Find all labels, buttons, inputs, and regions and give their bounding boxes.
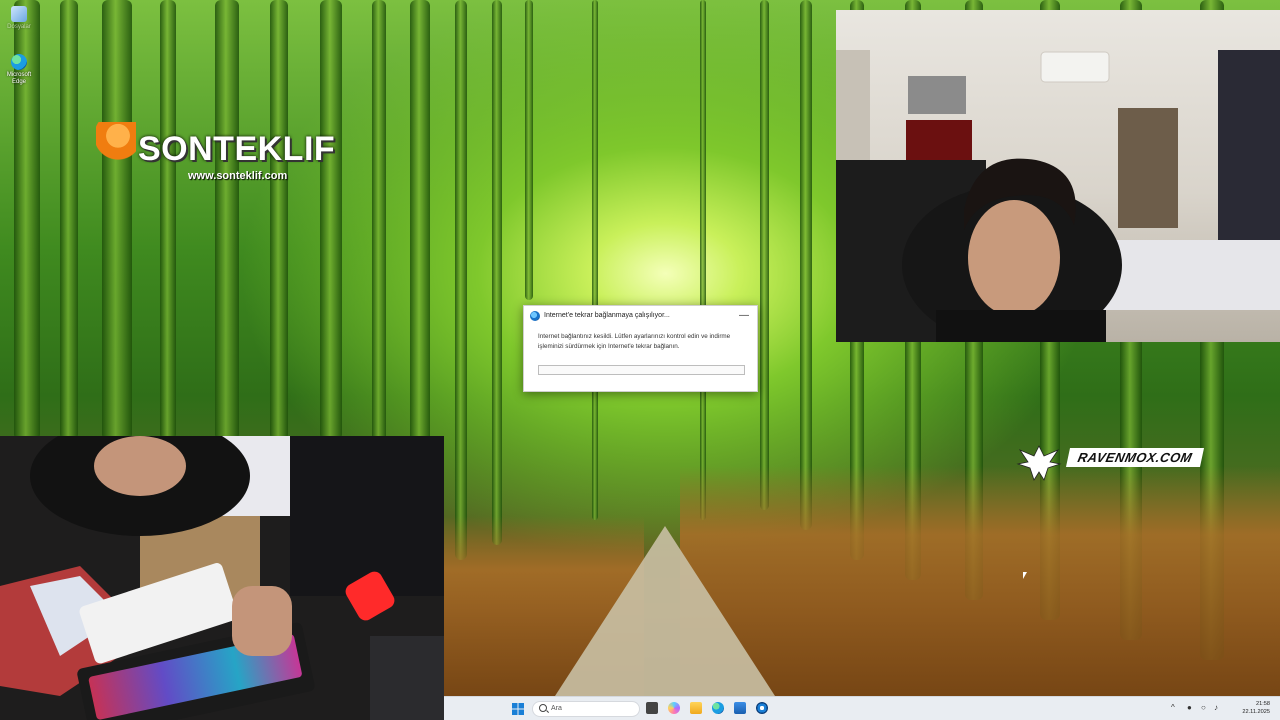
- speaker-icon[interactable]: ♪: [1214, 703, 1218, 713]
- start-icon[interactable]: [512, 702, 524, 715]
- search-placeholder: Ara: [551, 705, 562, 712]
- clock-date: 22.11.2025: [1242, 709, 1270, 715]
- task-view-icon[interactable]: [646, 702, 658, 714]
- raven-icon: [1016, 445, 1062, 481]
- brand-name: SONTEKLIF: [138, 130, 336, 168]
- tray-chevron-icon[interactable]: ^: [1171, 703, 1175, 713]
- minimize-button[interactable]: —: [737, 309, 751, 323]
- desktop-icon-files[interactable]: Dosyalar: [4, 6, 34, 31]
- edge-icon: [11, 54, 27, 70]
- desktop: Dosyalar Microsoft Edge SONTEKLIF www.so…: [0, 0, 1280, 720]
- reconnect-dialog: Internet'e tekrar bağlanmaya çalışılıyor…: [523, 305, 758, 392]
- progress-bar: [538, 365, 745, 375]
- mascot-icon: [96, 122, 136, 168]
- copilot-icon[interactable]: [668, 702, 680, 714]
- file-explorer-icon[interactable]: [690, 702, 702, 714]
- settings-gear-icon[interactable]: [756, 702, 768, 714]
- wifi-icon[interactable]: ○: [1201, 703, 1206, 713]
- sonteklif-logo: SONTEKLIF www.sonteklif.com: [96, 120, 356, 190]
- webcam-keyboard-overlay: [0, 436, 444, 720]
- desktop-icon-label: Microsoft Edge: [6, 72, 32, 85]
- webcam-face-image: [836, 50, 1280, 342]
- dialog-titlebar[interactable]: Internet'e tekrar bağlanmaya çalışılıyor…: [524, 306, 757, 326]
- folder-icon: [11, 6, 27, 22]
- search-icon: [539, 704, 547, 712]
- ravenmox-logo: RAVENMOX.COM: [1014, 442, 1214, 486]
- app-icon: [530, 311, 540, 321]
- mouse-cursor: [1023, 572, 1027, 579]
- tray-app-icon[interactable]: ●: [1187, 703, 1192, 713]
- dialog-message: Internet bağlantınız kesildi. Lütfen aya…: [538, 333, 731, 350]
- desktop-icon-label: Dosyalar: [7, 24, 31, 30]
- taskbar-search-input[interactable]: Ara: [532, 701, 640, 717]
- clock-time: 21:58: [1256, 701, 1270, 707]
- webcam-face-overlay: [836, 10, 1280, 342]
- desktop-icon-edge[interactable]: Microsoft Edge: [4, 54, 34, 86]
- clock[interactable]: 21:58 22.11.2025: [1230, 700, 1270, 716]
- brand-tag: RAVENMOX.COM: [1065, 448, 1205, 467]
- store-icon[interactable]: [734, 702, 746, 714]
- edge-icon[interactable]: [712, 702, 724, 714]
- webcam-keyboard-image: [0, 436, 444, 720]
- taskbar: Ara ^ ● ○ ♪ 21:58 22.11.2025: [444, 696, 1280, 720]
- brand-url: www.sonteklif.com: [188, 170, 288, 182]
- dialog-title: Internet'e tekrar bağlanmaya çalışılıyor…: [544, 312, 670, 319]
